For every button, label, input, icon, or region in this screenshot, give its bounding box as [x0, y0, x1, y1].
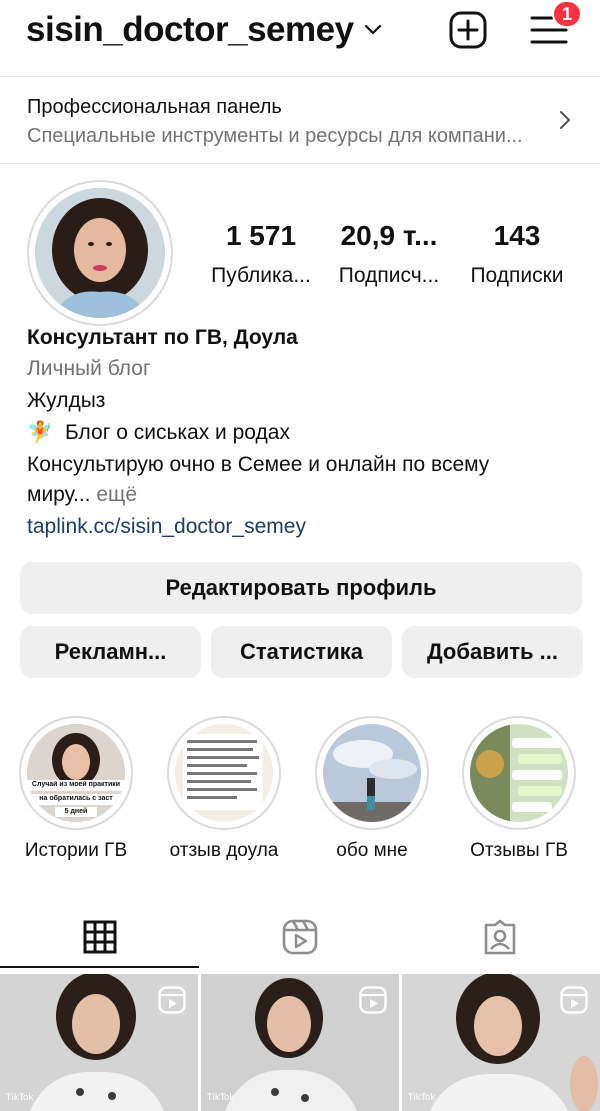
highlight-item[interactable]: Случай из моей практики на обратилась с … [16, 716, 136, 862]
sky-photo-art [323, 724, 421, 822]
highlight-cover [470, 724, 568, 822]
username-title[interactable]: sisin_doctor_semey [26, 10, 354, 50]
divider [0, 163, 600, 164]
highlight-label: Истории ГВ [24, 840, 128, 861]
pro-panel-subtitle: Специальные инструменты и ресурсы для ко… [27, 125, 523, 147]
highlight-label: обо мне [336, 840, 408, 861]
reels-icon [560, 986, 588, 1014]
highlight-item[interactable]: отзыв доула [164, 716, 284, 862]
tiktok-watermark: TikTok [408, 1093, 436, 1103]
post-thumbnail[interactable]: TikTok [402, 974, 600, 1111]
notification-badge: 1 [552, 0, 582, 28]
highlight-item[interactable]: Отзывы ГВ [459, 716, 579, 862]
bio-line: Консультирую очно в Семее и онлайн по вс… [27, 453, 490, 476]
post-thumbnail[interactable]: TikTok [201, 974, 399, 1111]
avatar-photo [35, 188, 165, 318]
divider [0, 76, 600, 77]
bio-line-text: Блог о сиськах и родах [65, 421, 290, 444]
highlight-label: отзыв доула [169, 840, 279, 861]
highlight-cover: Случай из моей практики на обратилась с … [27, 724, 125, 822]
insights-button[interactable]: Статистика [211, 626, 392, 678]
highlight-caption: 5 дней [64, 808, 88, 815]
following-label: Подписки [470, 264, 564, 287]
tiktok-watermark: TikTok [6, 1093, 34, 1103]
bio-line-text: миру... [27, 483, 91, 506]
highlight-ring [315, 716, 429, 830]
pro-panel-title: Профессиональная панель [27, 96, 282, 118]
grid-icon [83, 920, 117, 954]
followers-stat[interactable]: 20,9 т... Подписч... [331, 220, 447, 288]
tab-posts-grid[interactable] [0, 907, 200, 967]
edit-profile-button[interactable]: Редактировать профиль [20, 562, 582, 614]
highlight-caption: на обратилась с заст [39, 795, 113, 802]
posts-stat[interactable]: 1 571 Публика... [206, 220, 316, 288]
highlight-ring: Случай из моей практики на обратилась с … [19, 716, 133, 830]
tab-tagged[interactable] [400, 907, 600, 967]
add-button[interactable]: Добавить ... [402, 626, 583, 678]
profile-category: Личный блог [27, 357, 151, 380]
more-link[interactable]: ещё [96, 483, 137, 506]
post-thumbnail[interactable]: TikTok [0, 974, 198, 1111]
highlight-label: Отзывы ГВ [470, 840, 568, 861]
tiktok-watermark: TikTok [207, 1093, 235, 1103]
posts-label: Публика... [211, 264, 311, 287]
highlight-ring [167, 716, 281, 830]
fairy-emoji: 🧚 [27, 421, 54, 444]
followers-label: Подписч... [338, 264, 440, 287]
tab-reels[interactable] [200, 907, 400, 967]
highlight-caption: Случай из моей практики [31, 781, 121, 788]
active-tab-indicator [0, 966, 199, 968]
chat-screenshot-art [175, 724, 273, 822]
website-link[interactable]: taplink.cc/sisin_doctor_semey [27, 511, 306, 543]
top-bar: sisin_doctor_semey 1 [0, 0, 600, 66]
highlight-ring [462, 716, 576, 830]
reels-icon [158, 986, 186, 1014]
highlight-cover [175, 724, 273, 822]
create-post-icon[interactable] [448, 10, 488, 50]
highlight-item[interactable]: обо мне [312, 716, 432, 862]
reels-icon [282, 919, 318, 955]
reels-icon [359, 986, 387, 1014]
professional-dashboard-link[interactable]: Профессиональная панель Специальные инст… [0, 78, 600, 163]
followers-count: 20,9 т... [340, 220, 438, 251]
posts-count: 1 571 [225, 220, 297, 251]
bio-line: 🧚 Блог о сиськах и родах [27, 417, 290, 449]
profile-name: Консультант по ГВ, Доула [27, 326, 298, 349]
following-count: 143 [493, 220, 541, 251]
chevron-down-icon[interactable] [362, 18, 384, 40]
bio-line: Жулдыз [27, 389, 106, 412]
bio-line: миру... ещё [27, 479, 137, 511]
chevron-right-icon [560, 111, 570, 129]
highlight-cover [323, 724, 421, 822]
ad-tools-button[interactable]: Рекламн... [20, 626, 201, 678]
profile-avatar[interactable] [35, 188, 165, 318]
following-stat[interactable]: 143 Подписки [460, 220, 574, 288]
chat-screenshot-art [470, 724, 568, 822]
tagged-icon [484, 919, 516, 955]
